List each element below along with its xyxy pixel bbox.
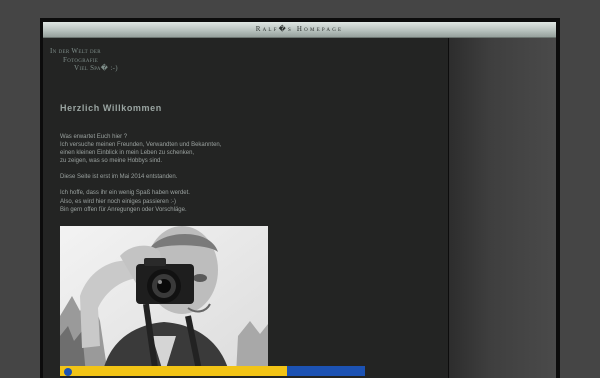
tagline: In der Welt der Fotografie Viel Spa� :-) xyxy=(50,47,118,73)
text-line: Bin gern offen für Anregungen oder Vorsc… xyxy=(60,206,187,213)
tagline-line: Fotografie xyxy=(63,55,99,64)
intro-text: Was erwartet Euch hier ? Ich versuche me… xyxy=(60,133,390,214)
tagline-line: Viel Spa� :-) xyxy=(74,64,118,72)
tagline-line: In der Welt der xyxy=(50,47,101,55)
text-line: Ich versuche meinen Freunden, Verwandten… xyxy=(60,142,222,149)
page-title: Herzlich Willkommen xyxy=(60,103,162,113)
photographer-portrait xyxy=(60,226,268,375)
text-line: zu zeigen, was so meine Hobbys sind. xyxy=(60,158,163,165)
text-line: einen kleinen Einblick in mein Leben zu … xyxy=(60,150,195,157)
site-title: Ralf�s Homepage xyxy=(255,25,344,33)
text-line: Was erwartet Euch hier ? xyxy=(60,134,128,140)
text-line: Diese Seite ist erst im Mai 2014 entstan… xyxy=(60,174,178,181)
text-line: Also, es wird hier noch einiges passiere… xyxy=(60,198,177,205)
text-line: Ich hoffe, dass ihr ein wenig Spaß haben… xyxy=(60,190,190,197)
site-header: Ralf�s Homepage xyxy=(43,22,556,38)
sidebar xyxy=(449,38,556,378)
